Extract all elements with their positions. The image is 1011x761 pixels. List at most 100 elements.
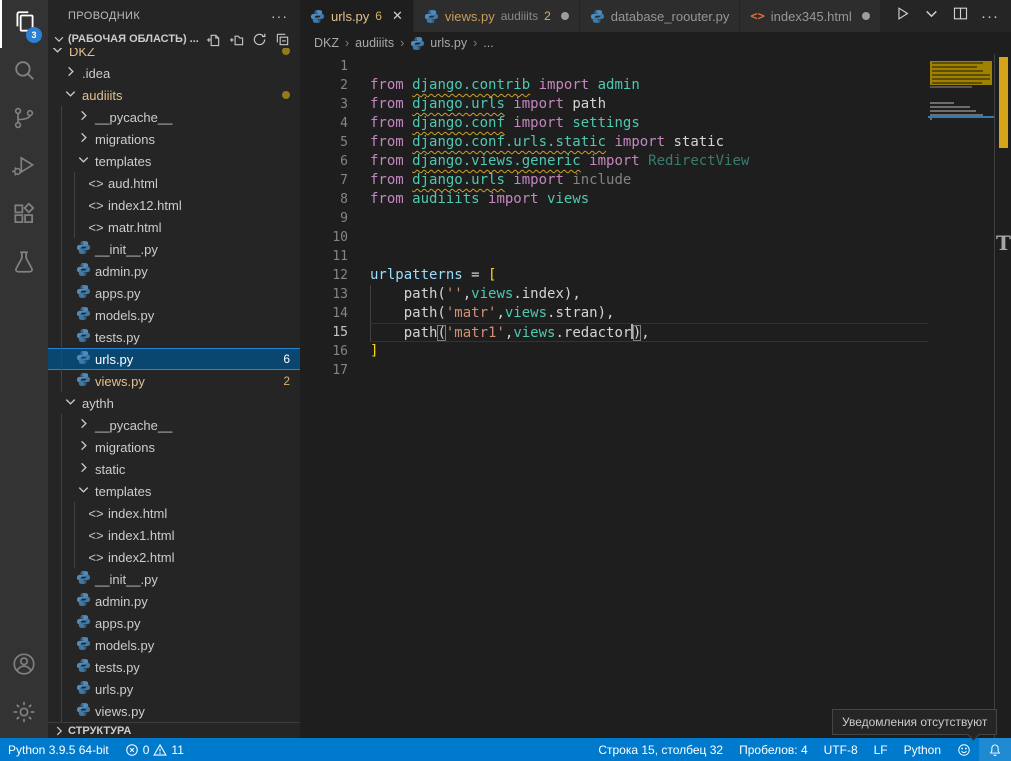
breadcrumb-item-...[interactable]: ... — [483, 36, 493, 50]
tree-folder-migrations[interactable]: migrations — [48, 128, 300, 150]
line-number: 4 — [300, 114, 348, 133]
run-button[interactable] — [894, 5, 911, 27]
line-number: 2 — [300, 76, 348, 95]
line-number: 13 — [300, 285, 348, 304]
tree-item-label: urls.py — [95, 352, 133, 367]
account-button[interactable] — [0, 642, 48, 690]
tree-folder-aythh[interactable]: aythh — [48, 392, 300, 414]
python-icon — [76, 306, 91, 324]
collapse-all-icon[interactable] — [275, 32, 290, 47]
tree-file-aud.html[interactable]: <>aud.html — [48, 172, 300, 194]
more-actions-icon[interactable]: ··· — [981, 8, 999, 25]
tree-file-admin.py[interactable]: admin.py — [48, 260, 300, 282]
tree-folder-__pycache__[interactable]: __pycache__ — [48, 106, 300, 128]
tree-file-urls.py[interactable]: urls.py — [48, 678, 300, 700]
minimap-line — [930, 110, 976, 112]
run-dropdown-chevron-icon[interactable] — [923, 5, 940, 27]
tree-folder-audiiits[interactable]: audiiits — [48, 84, 300, 106]
testing-view-button[interactable] — [0, 240, 48, 288]
tree-file-models.py[interactable]: models.py — [48, 304, 300, 326]
indentation-item[interactable]: Пробелов: 4 — [731, 738, 816, 761]
tab-index345.html[interactable]: <>index345.html — [740, 0, 880, 32]
explorer-sidebar: ПРОВОДНИК ··· (РАБОЧАЯ ОБЛАСТЬ) ... DKZ.… — [48, 0, 300, 738]
tree-file-apps.py[interactable]: apps.py — [48, 612, 300, 634]
minimap[interactable] — [928, 54, 994, 738]
tree-file-apps.py[interactable]: apps.py — [48, 282, 300, 304]
new-file-icon[interactable] — [206, 32, 221, 47]
code-editor[interactable]: 12from django.contrib import admin3from … — [300, 54, 1011, 738]
tree-item-label: views.py — [95, 704, 145, 719]
explorer-more-actions-icon[interactable]: ··· — [271, 8, 288, 24]
new-folder-icon[interactable] — [229, 32, 244, 47]
line-number: 14 — [300, 304, 348, 323]
tree-file-urls.py[interactable]: urls.py6 — [48, 348, 300, 370]
code-line-11: 11 — [300, 247, 928, 266]
problems-item[interactable]: 0 11 — [117, 738, 192, 761]
code-line-2: 2from django.contrib import admin — [300, 76, 928, 95]
tree-folder-DKZ[interactable]: DKZ — [48, 48, 300, 62]
python-interpreter-item[interactable]: Python 3.9.5 64-bit — [0, 738, 117, 761]
refresh-icon[interactable] — [252, 32, 267, 47]
overview-warning-marker — [999, 57, 1008, 148]
tree-file-__init__.py[interactable]: __init__.py — [48, 568, 300, 590]
python-icon — [76, 372, 91, 390]
breadcrumb-label: DKZ — [314, 36, 339, 50]
cursor-position-item[interactable]: Строка 15, столбец 32 — [590, 738, 731, 761]
settings-button[interactable] — [0, 690, 48, 738]
tree-item-label: migrations — [95, 132, 155, 147]
tree-folder-templates[interactable]: templates — [48, 480, 300, 502]
python-icon — [590, 9, 605, 24]
close-icon[interactable]: ✕ — [392, 8, 403, 24]
tree-folder-migrations[interactable]: migrations — [48, 436, 300, 458]
tree-folder-.idea[interactable]: .idea — [48, 62, 300, 84]
tree-file-matr.html[interactable]: <>matr.html — [48, 216, 300, 238]
minimap-line — [930, 81, 992, 85]
breadcrumb-item-DKZ[interactable]: DKZ — [314, 36, 339, 50]
eol-item[interactable]: LF — [866, 738, 896, 761]
run-debug-view-button[interactable] — [0, 144, 48, 192]
tree-file-tests.py[interactable]: tests.py — [48, 656, 300, 678]
extensions-view-button[interactable] — [0, 192, 48, 240]
tree-file-tests.py[interactable]: tests.py — [48, 326, 300, 348]
split-editor-icon[interactable] — [952, 5, 969, 27]
tree-folder-templates[interactable]: templates — [48, 150, 300, 172]
chevron-right-icon — [76, 438, 91, 456]
feedback-item[interactable] — [949, 738, 979, 761]
tree-file-index.html[interactable]: <>index.html — [48, 502, 300, 524]
code-line-text: urlpatterns = [ — [370, 266, 928, 285]
explorer-view-button[interactable]: 3 — [0, 0, 48, 48]
encoding-item[interactable]: UTF-8 — [816, 738, 866, 761]
tree-file-__init__.py[interactable]: __init__.py — [48, 238, 300, 260]
tab-urls.py[interactable]: urls.py6✕ — [300, 0, 414, 32]
html-icon: <> — [88, 550, 103, 565]
tab-views.py[interactable]: views.pyaudiiits2 — [414, 0, 580, 32]
tree-file-models.py[interactable]: models.py — [48, 634, 300, 656]
chevron-right-icon — [76, 460, 91, 478]
workspace-section-header[interactable]: (РАБОЧАЯ ОБЛАСТЬ) ... — [48, 32, 300, 46]
code-line-7: 7from django.urls import include — [300, 171, 928, 190]
tree-file-index1.html[interactable]: <>index1.html — [48, 524, 300, 546]
explorer-badge: 3 — [26, 27, 42, 43]
tab-database_roouter.py[interactable]: database_roouter.py — [580, 0, 741, 32]
code-line-9: 9 — [300, 209, 928, 228]
tree-folder-static[interactable]: static — [48, 458, 300, 480]
tree-file-views.py[interactable]: views.py2 — [48, 370, 300, 392]
outline-section-header[interactable]: СТРУКТУРА — [48, 722, 300, 738]
tree-item-label: index1.html — [108, 528, 174, 543]
breadcrumb-item-urls.py[interactable]: urls.py — [410, 36, 467, 51]
breadcrumb-item-audiiits[interactable]: audiiits — [355, 36, 394, 50]
tree-item-label: models.py — [95, 638, 154, 653]
tree-file-index12.html[interactable]: <>index12.html — [48, 194, 300, 216]
tree-item-label: matr.html — [108, 220, 161, 235]
notifications-item[interactable] — [979, 738, 1011, 761]
tree-file-index2.html[interactable]: <>index2.html — [48, 546, 300, 568]
scrollbar[interactable]: T — [994, 54, 1011, 738]
tree-folder-__pycache__[interactable]: __pycache__ — [48, 414, 300, 436]
search-view-button[interactable] — [0, 48, 48, 96]
source-control-view-button[interactable] — [0, 96, 48, 144]
language-mode-item[interactable]: Python — [896, 738, 949, 761]
code-line-16: 16] — [300, 342, 928, 361]
tree-file-admin.py[interactable]: admin.py — [48, 590, 300, 612]
tree-file-views.py[interactable]: views.py — [48, 700, 300, 722]
code-line-15: 15 path('matr1',views.redactor), — [300, 323, 928, 342]
